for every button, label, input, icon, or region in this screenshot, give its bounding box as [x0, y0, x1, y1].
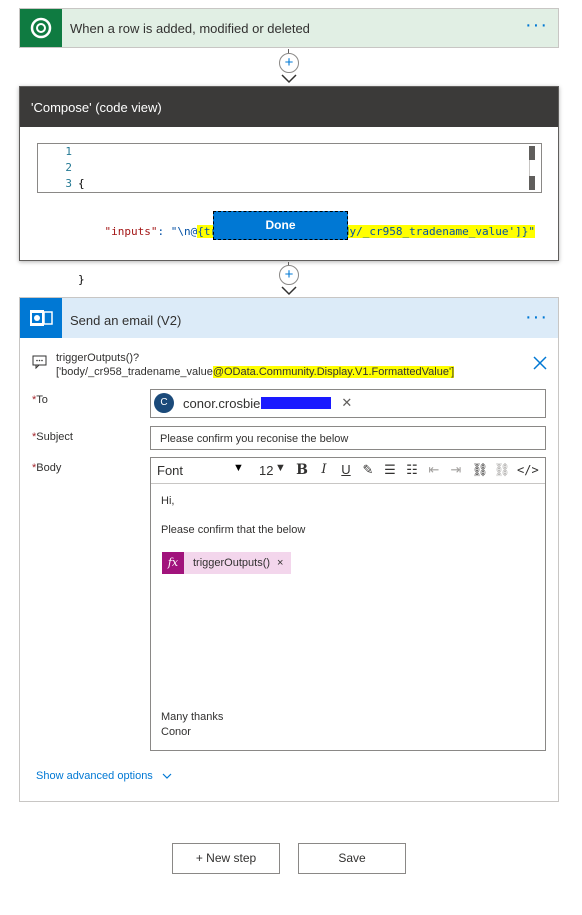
info-line-1: triggerOutputs()?: [56, 352, 140, 364]
to-label: *To: [32, 394, 48, 406]
body-greeting: Hi,: [161, 495, 175, 507]
body-name: Conor: [161, 726, 191, 738]
show-advanced-options-link[interactable]: Show advanced options: [36, 770, 172, 782]
token-label: triggerOutputs(): [193, 557, 271, 569]
chevron-down-icon: [162, 773, 172, 779]
dataverse-icon: [20, 9, 62, 47]
compose-card[interactable]: 'Compose' (code view) 1 2 3 { "inputs": …: [19, 86, 559, 286]
underline-icon[interactable]: U: [337, 461, 355, 479]
info-message: triggerOutputs()? ['body/_cr958_tradenam…: [32, 351, 552, 383]
outdent-icon[interactable]: ⇤: [425, 461, 443, 479]
to-field[interactable]: C conor.crosbie ✕: [150, 389, 546, 418]
send-email-card[interactable]: Send an email (V2) ··· triggerOutputs()?…: [19, 297, 559, 802]
rich-text-toolbar: Font ▼ 12 ▼ B I U ✎ ☰ ☷ ⇤ ⇥ ⛓ ⛓ </>: [151, 458, 545, 484]
font-select[interactable]: Font: [157, 463, 183, 478]
comment-icon: [32, 355, 47, 369]
font-size-select[interactable]: 12: [259, 463, 273, 478]
new-step-button[interactable]: + New step: [172, 843, 280, 874]
highlight-pen-icon[interactable]: ✎: [359, 461, 377, 479]
email-title: Send an email (V2): [70, 313, 182, 328]
code-editor[interactable]: 1 2 3 { "inputs": "\n@{triggerOutputs()?…: [37, 143, 542, 286]
subject-value: Please confirm you reconise the below: [160, 433, 349, 445]
body-editor[interactable]: Font ▼ 12 ▼ B I U ✎ ☰ ☷ ⇤ ⇥ ⛓ ⛓ </> Hi, …: [150, 457, 546, 751]
numbered-list-icon[interactable]: ☷: [403, 461, 421, 479]
save-button[interactable]: Save: [298, 843, 406, 874]
body-signoff: Many thanks: [161, 711, 224, 723]
done-button[interactable]: Done: [213, 211, 348, 240]
email-menu-button[interactable]: ···: [525, 307, 548, 327]
line-numbers: 1 2 3: [65, 145, 72, 190]
chevron-down-icon[interactable]: ▼: [233, 462, 244, 474]
trigger-card[interactable]: When a row is added, modified or deleted…: [19, 8, 559, 48]
subject-label: *Subject: [32, 431, 73, 443]
recipient-email: conor.crosbie: [183, 395, 261, 411]
arrow-down-icon: [281, 74, 297, 84]
compose-title: 'Compose' (code view): [20, 87, 558, 127]
close-icon[interactable]: [532, 355, 548, 371]
remove-recipient-icon[interactable]: ✕: [341, 395, 352, 411]
add-step-icon[interactable]: +: [279, 265, 299, 285]
add-step-icon[interactable]: +: [279, 53, 299, 73]
italic-icon[interactable]: I: [315, 461, 333, 479]
bold-icon[interactable]: B: [293, 461, 311, 479]
avatar: C: [154, 393, 174, 413]
code-view-icon[interactable]: </>: [517, 461, 539, 479]
outlook-icon: [20, 298, 62, 338]
trigger-title: When a row is added, modified or deleted: [70, 21, 310, 36]
arrow-down-icon: [281, 286, 297, 296]
body-label: *Body: [32, 462, 62, 474]
fx-icon: fx: [162, 552, 184, 574]
recipient-chip[interactable]: C conor.crosbie ✕: [154, 392, 352, 414]
unlink-icon[interactable]: ⛓: [493, 461, 511, 479]
dynamic-content-token[interactable]: fx triggerOutputs() ×: [162, 552, 292, 574]
redaction-mark: [261, 397, 332, 409]
trigger-menu-button[interactable]: ···: [525, 15, 548, 35]
link-icon[interactable]: ⛓: [471, 461, 489, 479]
indent-icon[interactable]: ⇥: [447, 461, 465, 479]
body-line: Please confirm that the below: [161, 524, 306, 536]
bullet-list-icon[interactable]: ☰: [381, 461, 399, 479]
chevron-down-icon[interactable]: ▼: [275, 462, 286, 474]
highlighted-odata: @OData.Community.Display.V1.FormattedVal…: [212, 366, 455, 378]
subject-field[interactable]: Please confirm you reconise the below: [150, 426, 546, 450]
remove-token-icon[interactable]: ×: [277, 557, 283, 569]
